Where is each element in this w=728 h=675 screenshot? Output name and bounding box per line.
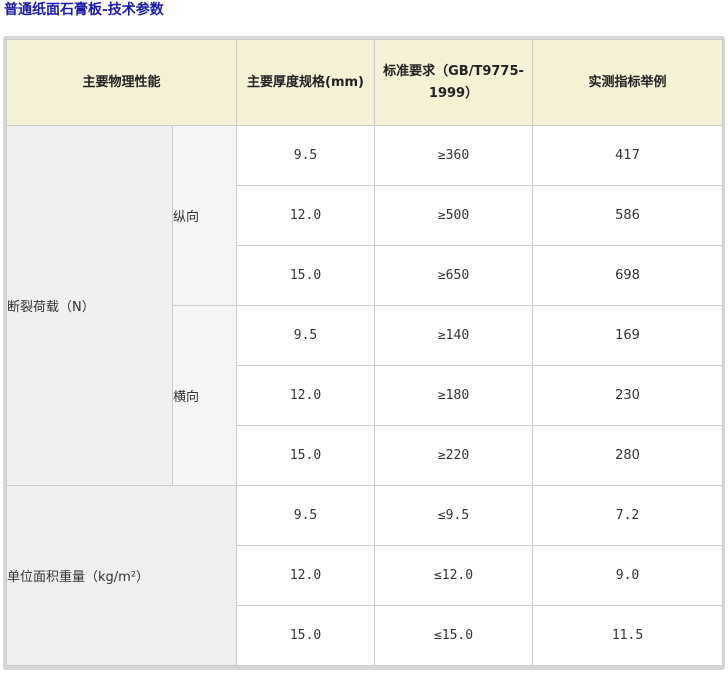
standard-cell: ≥180 bbox=[375, 366, 533, 425]
thickness-cell: 9.5 bbox=[237, 126, 375, 185]
page-title: 普通纸面石膏板-技术参数 bbox=[4, 2, 164, 18]
thickness-cell: 15.0 bbox=[237, 246, 375, 305]
measured-cell: 280 bbox=[533, 426, 723, 485]
standard-cell: ≥360 bbox=[375, 126, 533, 185]
thickness-cell: 12.0 bbox=[237, 546, 375, 605]
measured-cell: 417 bbox=[533, 126, 723, 185]
header-standard: 标准要求（GB/T9775-1999） bbox=[375, 40, 533, 125]
table-row: 断裂荷载（N） 纵向 9.5 ≥360 417 bbox=[7, 126, 723, 485]
standard-cell: ≥220 bbox=[375, 426, 533, 485]
standard-cell: ≥140 bbox=[375, 306, 533, 365]
standard-cell: ≥500 bbox=[375, 186, 533, 245]
param-unit-weight: 单位面积重量（kg/m²） bbox=[7, 486, 237, 665]
standard-cell: ≤12.0 bbox=[375, 546, 533, 605]
standard-cell: ≥650 bbox=[375, 246, 533, 305]
thickness-cell: 12.0 bbox=[237, 366, 375, 425]
spec-table: 主要物理性能 主要厚度规格(mm) 标准要求（GB/T9775-1999） 实测… bbox=[6, 39, 724, 666]
param-breaking-load: 断裂荷载（N） bbox=[7, 126, 172, 485]
measured-cell: 169 bbox=[533, 306, 723, 365]
direction-transverse: 横向 bbox=[173, 306, 237, 485]
measured-cell: 9.0 bbox=[533, 546, 723, 605]
thickness-cell: 15.0 bbox=[237, 606, 375, 665]
direction-longitudinal: 纵向 bbox=[173, 126, 237, 305]
thickness-cell: 9.5 bbox=[237, 306, 375, 365]
measured-cell: 698 bbox=[533, 246, 723, 305]
thickness-cell: 9.5 bbox=[237, 486, 375, 545]
thickness-cell: 12.0 bbox=[237, 186, 375, 245]
measured-cell: 11.5 bbox=[533, 606, 723, 665]
thickness-cell: 15.0 bbox=[237, 426, 375, 485]
measured-cell: 586 bbox=[533, 186, 723, 245]
header-property: 主要物理性能 bbox=[7, 40, 237, 125]
header-thickness: 主要厚度规格(mm) bbox=[237, 40, 375, 125]
standard-cell: ≤15.0 bbox=[375, 606, 533, 665]
measured-cell: 7.2 bbox=[533, 486, 723, 545]
standard-cell: ≤9.5 bbox=[375, 486, 533, 545]
header-measured: 实测指标举例 bbox=[533, 40, 723, 125]
table-row: 单位面积重量（kg/m²） 9.5 ≤9.5 7.2 bbox=[7, 486, 723, 665]
table-header-row: 主要物理性能 主要厚度规格(mm) 标准要求（GB/T9775-1999） 实测… bbox=[7, 40, 723, 125]
measured-cell: 230 bbox=[533, 366, 723, 425]
